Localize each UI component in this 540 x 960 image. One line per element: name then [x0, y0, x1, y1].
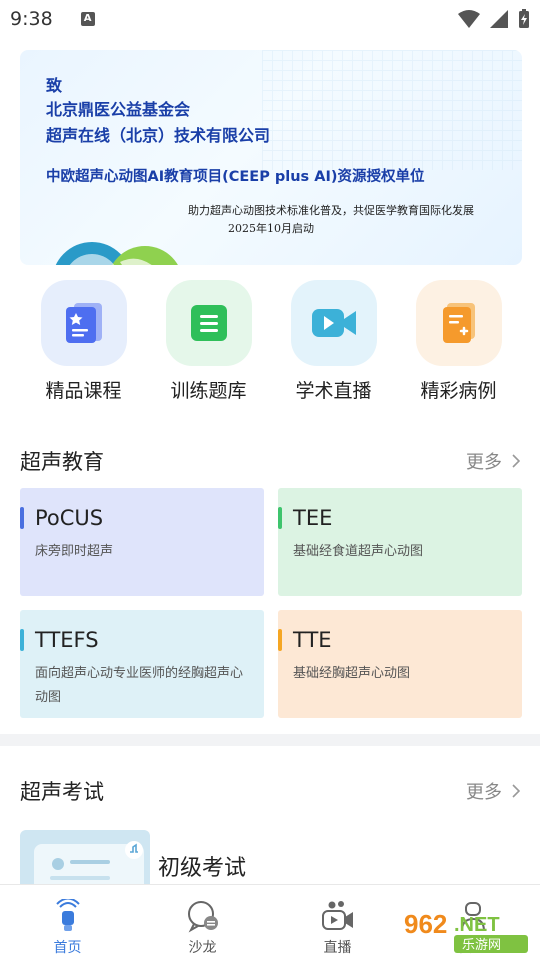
- battery-icon: [519, 9, 529, 28]
- quicknav-courses[interactable]: 精品课程: [21, 280, 146, 403]
- card-accent-bar: [278, 629, 282, 651]
- tab-salon-label: 沙龙: [188, 940, 217, 956]
- card-accent-bar: [20, 629, 24, 651]
- exam-more-link[interactable]: 更多: [466, 778, 520, 804]
- banner-line-2: 北京鼎医公益基金会: [46, 100, 191, 119]
- quicknav-question-bank-tile: [165, 280, 252, 366]
- tab-salon[interactable]: 沙龙: [135, 885, 270, 960]
- education-more-link[interactable]: 更多: [466, 448, 520, 474]
- exam-thumbnail[interactable]: [20, 830, 150, 890]
- tab-live-label: 直播: [323, 940, 352, 956]
- banner-line-4: 中欧超声心动图AI教育项目(CEEP plus AI)资源授权单位: [46, 169, 425, 185]
- quicknav-cases[interactable]: 精彩病例: [396, 280, 521, 403]
- card-description: 基础经胸超声心动图: [293, 666, 411, 681]
- quick-nav: 精品课程 训练题库 学术直播 精彩病例: [0, 280, 540, 403]
- quicknav-live-label: 学术直播: [295, 380, 372, 402]
- live-camera-icon: [321, 901, 353, 930]
- status-bar: 9:38 A: [0, 0, 540, 38]
- card-tee[interactable]: TEE 基础经食道超声心动图: [278, 488, 522, 596]
- signal-icon: [490, 10, 508, 28]
- quicknav-question-bank[interactable]: 训练题库: [146, 280, 271, 403]
- wifi-icon: [458, 10, 480, 28]
- banner-line-1: 致: [46, 76, 63, 95]
- quicknav-live[interactable]: 学术直播: [271, 280, 396, 403]
- education-section-title: 超声教育: [20, 450, 104, 474]
- promo-banner[interactable]: 致 北京鼎医公益基金会 超声在线（北京）技术有限公司 中欧超声心动图AI教育项目…: [20, 50, 522, 265]
- watermark-net: .NET: [454, 914, 500, 936]
- card-tte[interactable]: TTE 基础经胸超声心动图: [278, 610, 522, 718]
- quicknav-live-tile: [290, 280, 377, 366]
- chat-icon: [187, 901, 218, 933]
- card-accent-bar: [20, 507, 24, 529]
- quicknav-question-bank-label: 训练题库: [170, 380, 247, 402]
- card-pocus[interactable]: PoCUS 床旁即时超声: [20, 488, 264, 596]
- exam-more-label: 更多: [466, 782, 502, 803]
- status-time: 9:38: [10, 8, 53, 30]
- card-title: TEE: [293, 506, 333, 530]
- exam-section-header: 超声考试 更多: [20, 776, 520, 806]
- id-card-illustration: [34, 841, 144, 890]
- card-title: PoCUS: [35, 506, 104, 530]
- quicknav-cases-label: 精彩病例: [420, 380, 497, 402]
- site-watermark-logo: 962 .NET 乐游网: [404, 909, 528, 953]
- quicknav-courses-label: 精品课程: [45, 380, 122, 402]
- case-file-icon: [442, 303, 475, 343]
- book-star-icon: [65, 303, 102, 343]
- globe-graphic: [55, 242, 178, 265]
- quicknav-cases-tile: [415, 280, 502, 366]
- video-camera-icon: [311, 309, 356, 337]
- card-title: TTE: [293, 628, 332, 652]
- banner-grid-decoration: [262, 50, 522, 170]
- chevron-right-icon: [512, 454, 520, 468]
- home-probe-icon: [55, 899, 80, 931]
- exam-section-title: 超声考试: [20, 780, 104, 804]
- tab-home[interactable]: 首页: [0, 885, 135, 960]
- education-more-label: 更多: [466, 452, 502, 473]
- card-description: 床旁即时超声: [35, 544, 114, 559]
- section-divider: [0, 734, 540, 746]
- quicknav-courses-tile: [40, 280, 127, 366]
- card-title: TTEFS: [35, 628, 99, 652]
- tab-live[interactable]: 直播: [270, 885, 405, 960]
- exam-item-label[interactable]: 初级考试: [158, 850, 246, 882]
- watermark-number: 962: [404, 909, 447, 939]
- card-description: 基础经食道超声心动图: [293, 544, 424, 559]
- card-accent-bar: [278, 507, 282, 529]
- card-description: 面向超声心动专业医师的经胸超声心动图: [35, 666, 244, 705]
- notification-a-icon: A: [80, 12, 95, 26]
- education-section-header: 超声教育 更多: [20, 446, 520, 476]
- list-icon: [190, 305, 227, 341]
- watermark-site-name: 乐游网: [462, 938, 501, 953]
- banner-line-3: 超声在线（北京）技术有限公司: [46, 126, 271, 145]
- banner-line-5: 助力超声心动图技术标准化普及，共促医学教育国际化发展: [188, 204, 474, 217]
- chevron-right-icon: [512, 784, 520, 798]
- tab-home-label: 首页: [53, 940, 82, 956]
- card-ttefs[interactable]: TTEFS 面向超声心动专业医师的经胸超声心动图: [20, 610, 264, 718]
